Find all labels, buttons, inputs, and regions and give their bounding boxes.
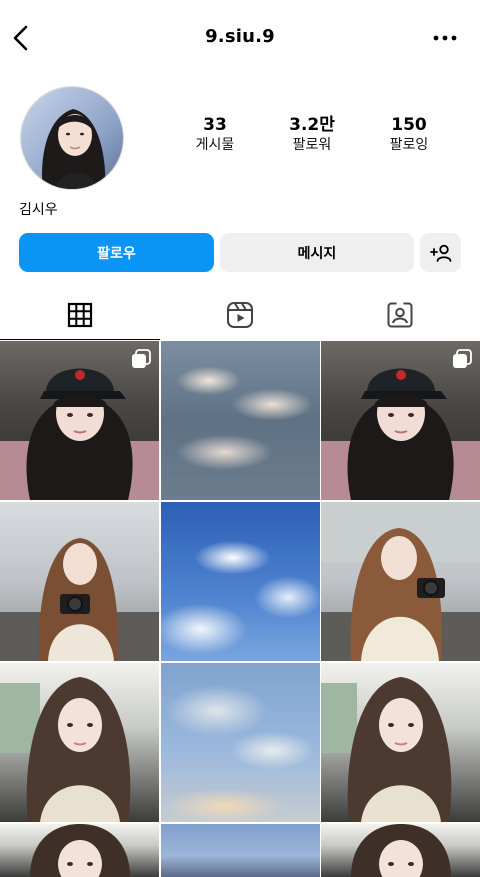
post-tile[interactable] <box>321 502 480 661</box>
post-tile[interactable] <box>0 663 159 822</box>
post-tile[interactable] <box>321 341 480 500</box>
tab-reels[interactable] <box>160 290 320 340</box>
post-image <box>321 502 480 661</box>
stat-following-label: 팔로잉 <box>389 137 429 153</box>
active-tab-indicator <box>0 338 160 340</box>
post-tile[interactable] <box>161 824 320 877</box>
avatar-image <box>21 87 123 189</box>
reels-icon <box>227 302 253 328</box>
tagged-icon <box>387 302 413 328</box>
post-image <box>321 677 452 822</box>
profile-tabs <box>0 290 480 340</box>
post-image <box>351 824 451 877</box>
add-person-icon <box>429 244 451 262</box>
post-tile[interactable] <box>0 824 159 877</box>
post-tile[interactable] <box>321 663 480 822</box>
post-tile[interactable] <box>0 502 159 661</box>
ellipsis-icon[interactable] <box>432 28 458 48</box>
post-image <box>0 538 159 661</box>
post-tile[interactable] <box>161 502 320 661</box>
post-tile[interactable] <box>161 341 320 500</box>
post-image <box>30 824 130 877</box>
top-bar: 9.siu.9 <box>0 0 480 76</box>
suggest-accounts-button[interactable] <box>420 233 461 272</box>
post-tile[interactable] <box>321 824 480 877</box>
follow-button[interactable]: 팔로우 <box>19 233 214 272</box>
post-image <box>0 677 131 822</box>
grid-icon <box>67 302 93 328</box>
stat-following-value: 150 <box>391 115 427 135</box>
tab-tagged[interactable] <box>320 290 480 340</box>
message-button[interactable]: 메시지 <box>220 233 414 272</box>
profile-username: 9.siu.9 <box>205 26 275 47</box>
tab-posts[interactable] <box>0 290 160 340</box>
display-name: 김시우 <box>19 202 58 218</box>
stat-posts[interactable]: 33 게시물 <box>170 114 260 154</box>
post-tile[interactable] <box>0 341 159 500</box>
stat-followers-label: 팔로워 <box>292 137 332 153</box>
multiple-photos-icon <box>453 349 472 368</box>
avatar[interactable] <box>20 86 124 190</box>
post-tile[interactable] <box>161 663 320 822</box>
multiple-photos-icon <box>132 349 151 368</box>
stat-followers[interactable]: 3.2만 팔로워 <box>267 114 357 154</box>
stat-following[interactable]: 150 팔로잉 <box>364 114 454 154</box>
stat-followers-value: 3.2만 <box>289 115 335 135</box>
stat-posts-label: 게시물 <box>195 137 235 153</box>
stat-posts-value: 33 <box>203 115 227 135</box>
